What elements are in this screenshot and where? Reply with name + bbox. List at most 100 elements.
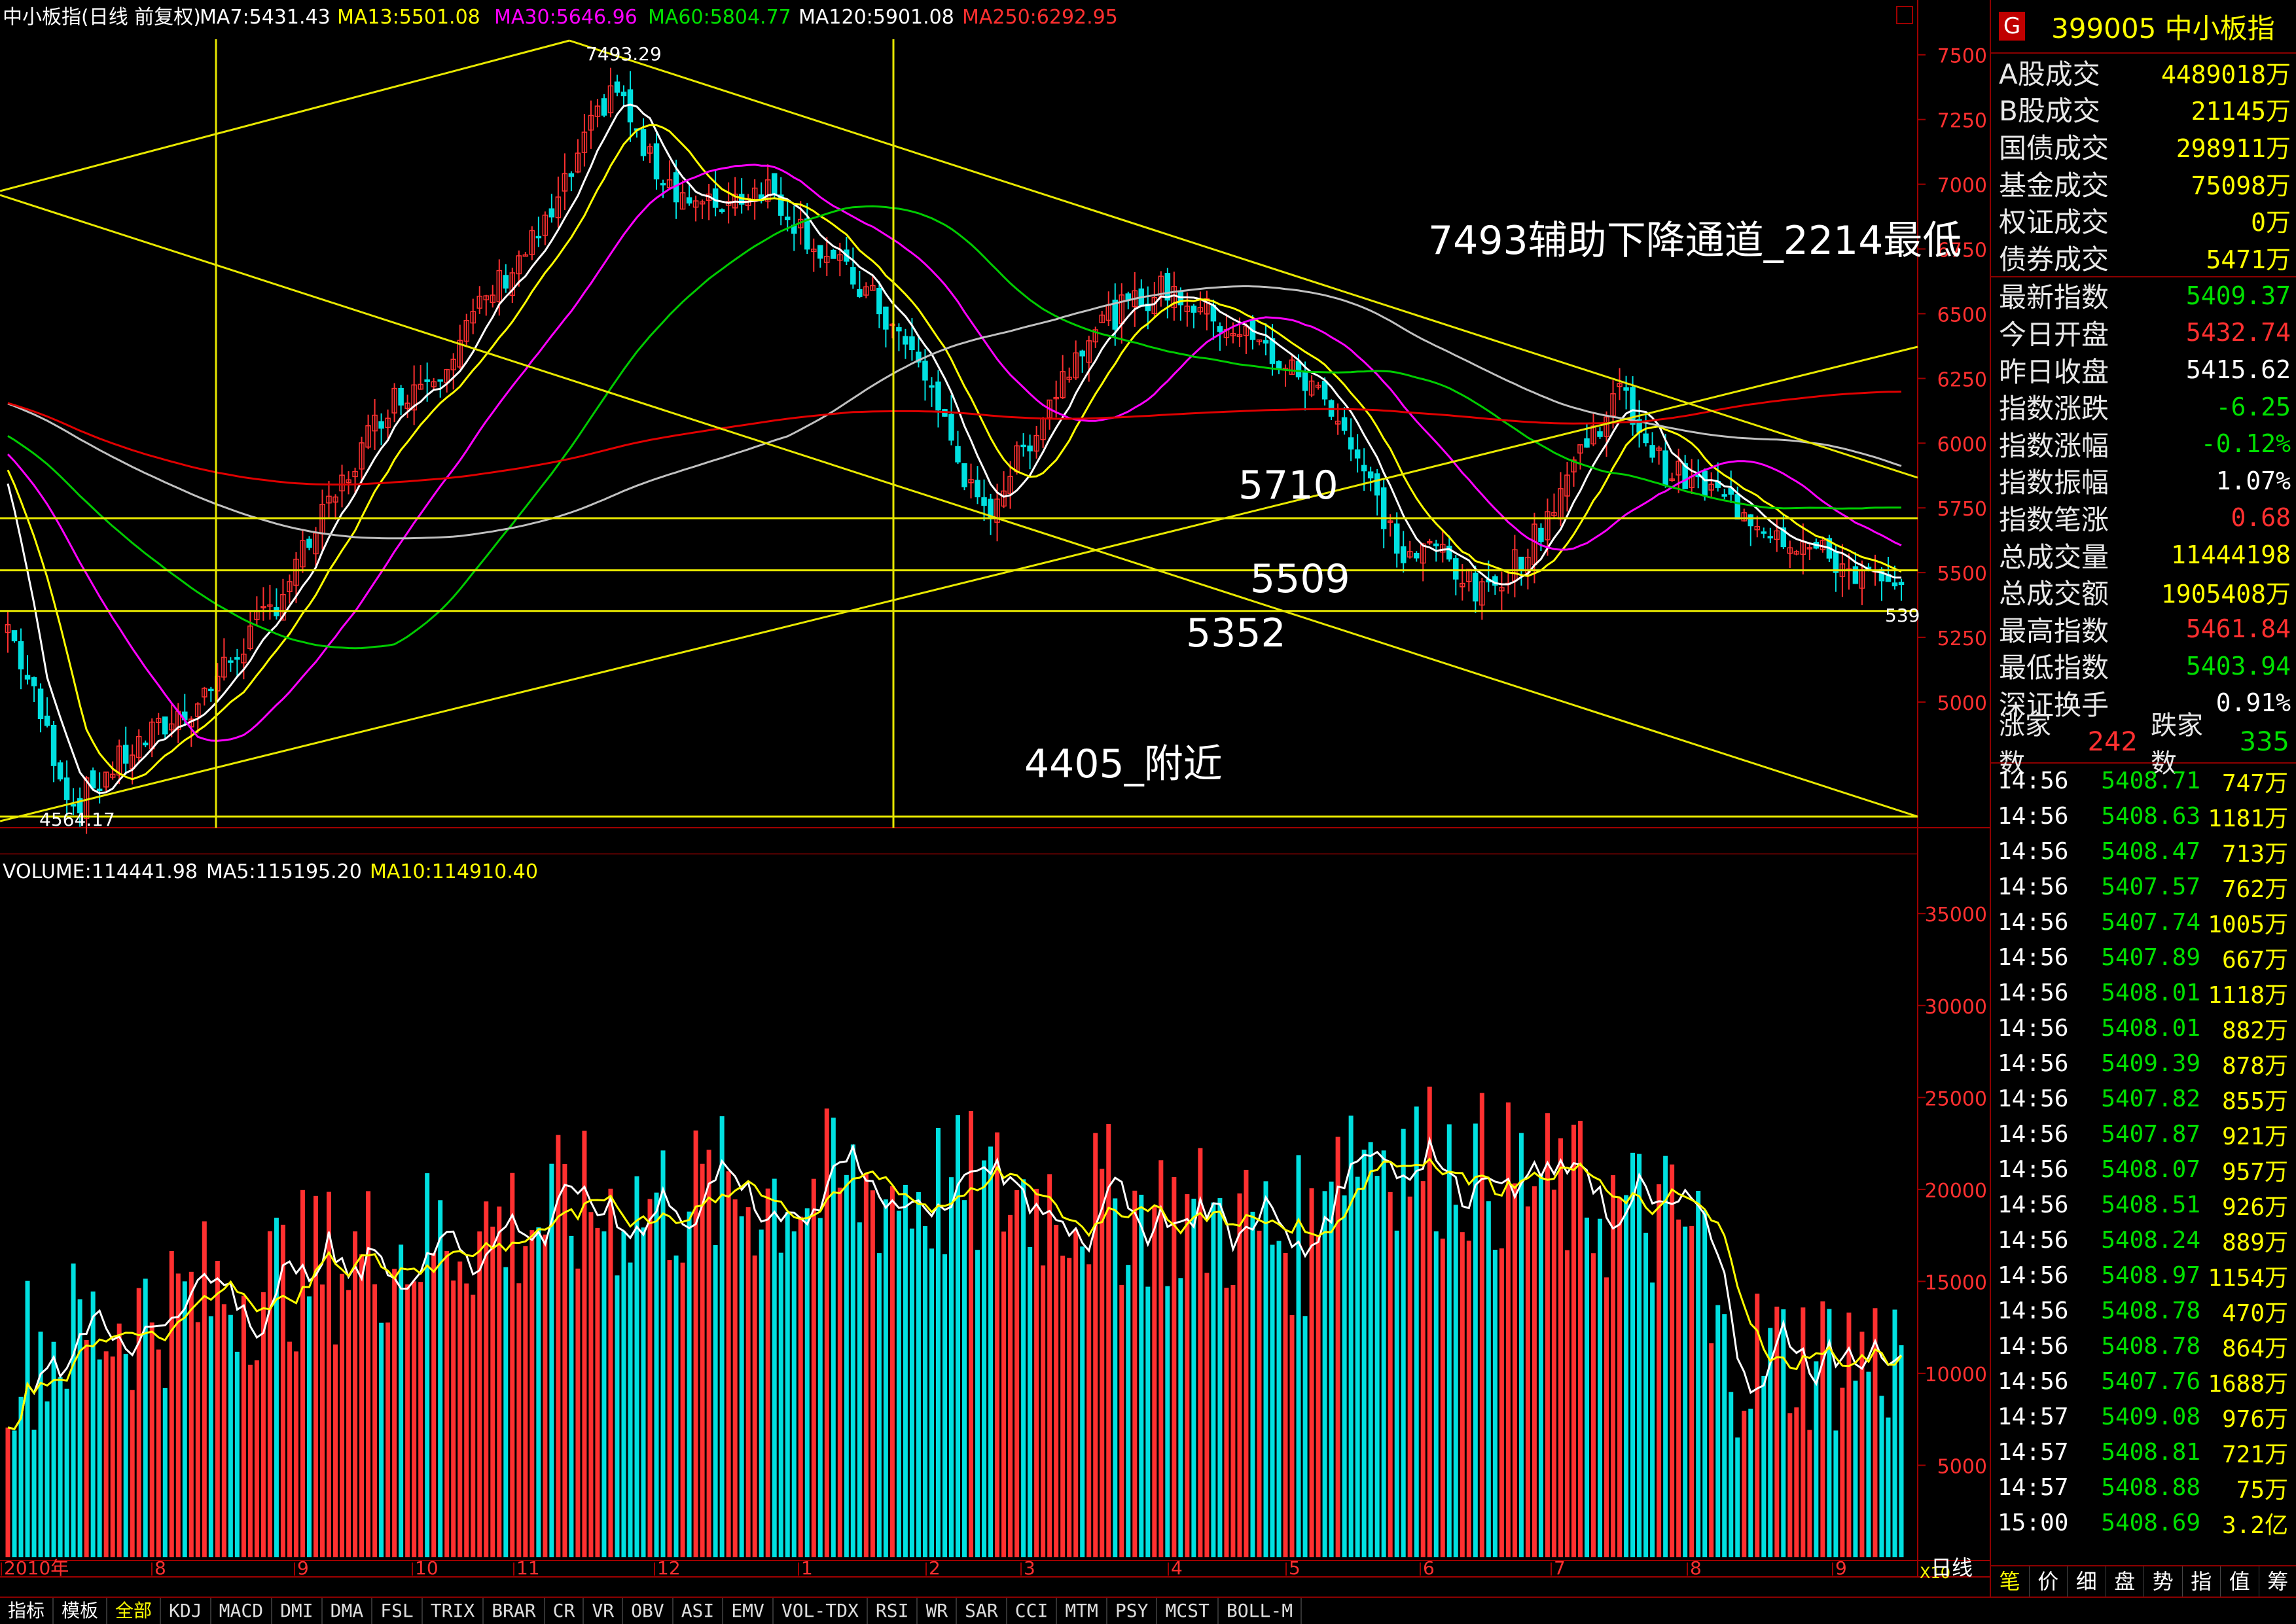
sidebar-tab[interactable]: 盘: [2106, 1566, 2145, 1597]
indicator-tab[interactable]: BOLL-M: [1219, 1598, 1302, 1624]
tick-time: 14:56: [1991, 874, 2096, 900]
stat-label: 指数笔涨: [1999, 498, 2109, 538]
indicator-tab[interactable]: KDJ: [161, 1598, 211, 1624]
indicator-tab[interactable]: 全部: [107, 1598, 161, 1624]
candle-body: [1178, 292, 1183, 305]
tick-time: 14:56: [1991, 1015, 2096, 1042]
candle-body: [903, 336, 908, 344]
indicator-tab[interactable]: FSL: [372, 1598, 423, 1624]
candle-body: [209, 689, 213, 690]
tick-volume: 926万: [2200, 1188, 2296, 1222]
volume-bar: [1382, 1150, 1386, 1557]
tick-price: 5408.69: [2096, 1509, 2200, 1536]
sidebar-tab[interactable]: 指: [2183, 1566, 2221, 1597]
month-label: 12: [657, 1557, 681, 1579]
candle-body: [857, 290, 862, 296]
price-tick-label: 6250: [1937, 368, 1987, 391]
indicator-tab[interactable]: ASI: [673, 1598, 724, 1624]
tick-time: 14:56: [1991, 1297, 2096, 1324]
volume-bar: [1787, 1413, 1792, 1557]
tick-volume: 878万: [2200, 1047, 2296, 1081]
candle-body: [19, 642, 24, 669]
sidebar-tab[interactable]: 价: [2030, 1566, 2068, 1597]
tick-price: 5407.89: [2096, 944, 2200, 971]
sidebar-tab[interactable]: 势: [2144, 1566, 2183, 1597]
month-label: 7: [1554, 1557, 1566, 1579]
volume-bar: [1702, 1210, 1707, 1557]
month-label: 9: [1835, 1557, 1847, 1579]
indicator-tab[interactable]: EMV: [723, 1598, 774, 1624]
indicator-tab[interactable]: SAR: [957, 1598, 1007, 1624]
month-label: 9: [297, 1557, 309, 1579]
tick-price: 5407.87: [2096, 1121, 2200, 1148]
volume-bar: [438, 1200, 442, 1557]
indicator-tab[interactable]: VR: [584, 1598, 623, 1624]
stat-value: 75098万: [2191, 166, 2291, 202]
volume-bar: [1283, 1253, 1288, 1557]
indicator-tab[interactable]: WR: [918, 1598, 957, 1624]
stat-value: -0.12%: [2201, 429, 2291, 458]
tick-list[interactable]: 14:565408.71747万14:565408.631181万14:5654…: [1991, 764, 2296, 1541]
volume-bar: [1349, 1116, 1354, 1557]
volume-bar: [1211, 1203, 1215, 1557]
volume-bar: [242, 1296, 246, 1557]
kline-chart-area[interactable]: 中小板指(日线 前复权) MA7:5431.43 MA13:5501.08 MA…: [0, 0, 1990, 1597]
candle-body: [929, 386, 934, 387]
indicator-tab[interactable]: 模板: [54, 1598, 107, 1624]
volume-bar: [825, 1108, 829, 1557]
candle-body: [71, 805, 76, 806]
volume-bar: [1388, 1192, 1393, 1557]
volume-bar: [1277, 1241, 1282, 1557]
volume-bar: [1342, 1195, 1347, 1557]
volume-bar: [1833, 1430, 1838, 1557]
volume-bar: [1028, 1247, 1032, 1557]
volume-bar: [366, 1191, 370, 1557]
volume-bar: [294, 1351, 298, 1557]
indicator-tab[interactable]: PSY: [1107, 1598, 1158, 1624]
volume-bar: [674, 1256, 679, 1557]
market-badge: G: [1999, 12, 2025, 41]
volume-bar: [464, 1284, 469, 1557]
volume-bar: [798, 1216, 803, 1557]
indicator-tab[interactable]: MCST: [1157, 1598, 1218, 1624]
candle-body: [1650, 446, 1655, 457]
indicator-tab[interactable]: DMI: [272, 1598, 323, 1624]
candle-body: [1401, 547, 1406, 563]
indicator-tab[interactable]: 指标: [0, 1598, 54, 1624]
tick-row: 14:565408.78864万: [1991, 1329, 2296, 1364]
indicator-tab[interactable]: CR: [545, 1598, 584, 1624]
indicator-tab[interactable]: RSI: [868, 1598, 918, 1624]
volume-bar: [1126, 1265, 1130, 1557]
candle-body: [1630, 387, 1635, 424]
sidebar-tab[interactable]: 值: [2221, 1566, 2259, 1597]
volume-bar: [1729, 1392, 1733, 1557]
indicator-tab[interactable]: VOL-TDX: [774, 1598, 868, 1624]
stat-value: 11444198: [2171, 540, 2291, 569]
indicator-tab[interactable]: TRIX: [423, 1598, 484, 1624]
sidebar-header: G 399005 中小板指: [1991, 0, 2296, 54]
volume-bar: [1807, 1430, 1812, 1557]
sidebar-tab[interactable]: 细: [2068, 1566, 2106, 1597]
indicator-tab[interactable]: DMA: [323, 1598, 373, 1624]
volume-bar: [1879, 1396, 1884, 1557]
volume-bar: [1578, 1121, 1583, 1557]
indicator-tab[interactable]: OBV: [623, 1598, 673, 1624]
indicator-tab[interactable]: MACD: [211, 1598, 272, 1624]
volume-bar: [1375, 1176, 1380, 1557]
volume-bar: [431, 1253, 436, 1557]
candle-body: [1735, 495, 1740, 519]
candle-body: [1277, 362, 1282, 369]
stat-row: 总成交额1905408万: [1991, 573, 2296, 610]
tick-price: 5407.82: [2096, 1086, 2200, 1112]
volume-bar: [170, 1251, 174, 1557]
sidebar-tab[interactable]: 笔: [1991, 1566, 2030, 1597]
indicator-tab[interactable]: CCI: [1007, 1598, 1058, 1624]
period-label[interactable]: 日线: [1931, 1555, 1973, 1580]
stat-label: 基金成交: [1999, 164, 2109, 203]
indicator-tab[interactable]: MTM: [1057, 1598, 1107, 1624]
candle-body: [52, 726, 56, 766]
candle-body: [851, 268, 855, 284]
indicator-tab[interactable]: BRAR: [484, 1598, 545, 1624]
sidebar-tab[interactable]: 筹: [2259, 1566, 2296, 1597]
volume-bar: [1434, 1231, 1439, 1557]
